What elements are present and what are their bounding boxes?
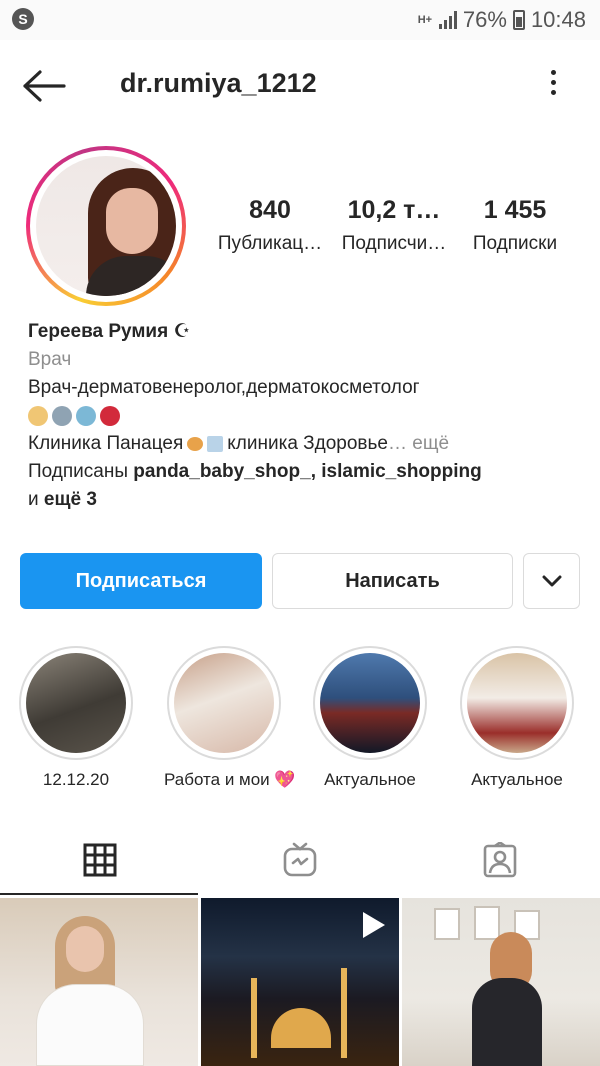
bio-more-link[interactable]: … ещё <box>388 433 449 454</box>
tagged-person-icon <box>483 842 517 878</box>
bio-line: Врач-дерматовенеролог,дерматокосметолог <box>28 377 420 398</box>
syringe-emoji-icon <box>76 406 96 426</box>
highlight-label: 12.12.20 <box>42 770 110 789</box>
highlight-3[interactable]: Актуальное <box>310 646 430 790</box>
stat-followers[interactable]: 10,2 т… Подписчи… <box>334 196 454 255</box>
back-arrow-icon[interactable] <box>22 68 68 104</box>
highlight-label: Актуальное <box>471 770 563 789</box>
followed-more[interactable]: ещё 3 <box>44 489 97 510</box>
bio-emoji-row <box>28 402 588 430</box>
stat-following[interactable]: 1 455 Подписки <box>460 196 570 255</box>
following-label: Подписки <box>472 233 558 254</box>
bio-clinic-line: Клиника Панацея клиника Здоровье… ещё <box>28 430 588 458</box>
highlight-label: Актуальное <box>324 770 416 789</box>
following-count: 1 455 <box>483 196 547 224</box>
woman-doctor-emoji-icon <box>28 406 48 426</box>
followed-user-2[interactable]: islamic_shopping <box>321 461 481 482</box>
video-play-icon <box>363 912 385 938</box>
battery-icon <box>512 10 525 30</box>
followed-by-more-line[interactable]: и ещё 3 <box>28 486 588 514</box>
followers-label: Подписчи… <box>341 233 447 254</box>
tab-grid[interactable] <box>0 824 200 896</box>
followers-count: 10,2 т… <box>347 196 441 224</box>
highlight-label: Работа и мои 💖 <box>164 770 296 789</box>
follow-button[interactable]: Подписаться <box>20 553 262 609</box>
profile-bio: Гереева Румия ☪ Врач Врач-дерматовенерол… <box>28 318 588 514</box>
lips-emoji-icon <box>100 406 120 426</box>
profile-stats: 840 Публикац… 10,2 т… Подписчи… 1 455 По… <box>210 196 570 266</box>
highlight-2[interactable]: Работа и мои 💖 <box>164 646 296 790</box>
bio-clinic-1: Клиника Панацея <box>28 433 184 454</box>
message-button[interactable]: Написать <box>272 553 513 609</box>
profile-username: dr.rumiya_1212 <box>120 68 317 98</box>
avatar[interactable] <box>26 146 186 306</box>
avatar-photo <box>36 156 176 296</box>
highlight-4[interactable]: Актуальное <box>457 646 577 790</box>
more-options-icon[interactable] <box>546 70 560 106</box>
post-thumbnail[interactable] <box>402 898 600 1066</box>
igtv-icon <box>283 842 317 877</box>
post-thumbnail[interactable] <box>201 898 399 1066</box>
tab-tagged[interactable] <box>400 824 600 896</box>
shazam-icon: S <box>12 8 34 30</box>
post-thumbnail[interactable] <box>0 898 198 1066</box>
posts-label: Публикац… <box>217 233 323 254</box>
grid-icon <box>83 843 117 877</box>
posts-grid <box>0 898 600 1066</box>
stat-posts[interactable]: 840 Публикац… <box>210 196 330 255</box>
followed-by-line[interactable]: Подписаны panda_baby_shop_, islamic_shop… <box>28 458 588 486</box>
bio-clinic-2: клиника Здоровье <box>227 433 388 454</box>
hospital-emoji-icon <box>207 435 224 452</box>
tab-igtv[interactable] <box>200 824 400 896</box>
signal-icon <box>438 11 457 29</box>
profile-header: dr.rumiya_1212 <box>0 40 600 132</box>
suggested-accounts-button[interactable] <box>523 553 580 609</box>
clock: 10:48 <box>530 7 586 32</box>
followed-user-1[interactable]: panda_baby_shop_ <box>133 461 310 482</box>
active-tab-indicator <box>0 893 198 895</box>
profile-category: Врач <box>28 349 72 370</box>
status-indicators: H+ 76% 10:48 <box>417 6 586 34</box>
posts-count: 840 <box>249 196 291 224</box>
highlight-cover <box>174 653 274 753</box>
status-bar: S H+ 76% 10:48 <box>0 0 600 40</box>
pill-emoji-icon <box>187 436 204 451</box>
microscope-emoji-icon <box>52 406 72 426</box>
highlight-1[interactable]: 12.12.20 <box>16 646 136 790</box>
highlight-cover <box>26 653 126 753</box>
network-type: H+ <box>417 14 433 26</box>
profile-tabs <box>0 824 600 896</box>
battery-percent: 76% <box>462 7 507 32</box>
highlight-cover <box>467 653 567 753</box>
highlight-cover <box>320 653 420 753</box>
chevron-down-icon <box>542 575 561 587</box>
profile-full-name: Гереева Румия ☪ <box>28 321 191 342</box>
